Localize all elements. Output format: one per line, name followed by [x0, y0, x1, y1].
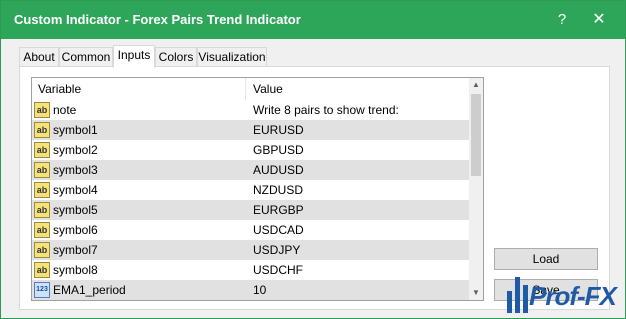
- variable-name: note: [53, 103, 77, 117]
- variable-name: symbol2: [53, 143, 98, 157]
- variable-value[interactable]: USDCHF: [253, 260, 303, 280]
- ab-string-icon: ab: [34, 202, 50, 218]
- scroll-thumb[interactable]: [471, 94, 481, 176]
- variable-value[interactable]: USDCAD: [253, 220, 304, 240]
- integer-icon: 123: [34, 282, 50, 298]
- variable-name: symbol6: [53, 223, 98, 237]
- table-row[interactable]: ab symbol5 EURGBP: [32, 200, 469, 220]
- ab-string-icon: ab: [34, 142, 50, 158]
- scroll-down-arrow-icon[interactable]: ▼: [469, 286, 483, 300]
- watermark-logo: Prof-FX: [501, 271, 623, 317]
- table-row[interactable]: ab symbol4 NZDUSD: [32, 180, 469, 200]
- ab-string-icon: ab: [34, 122, 50, 138]
- ab-string-icon: ab: [34, 222, 50, 238]
- variable-name: symbol5: [53, 203, 98, 217]
- load-button[interactable]: Load: [494, 248, 598, 270]
- grid-rows: ab note Write 8 pairs to show trend: ab symb…: [32, 100, 469, 300]
- table-row[interactable]: ab symbol8 USDCHF: [32, 260, 469, 280]
- variable-value[interactable]: NZDUSD: [253, 180, 303, 200]
- variable-value[interactable]: EURUSD: [253, 120, 304, 140]
- variable-value[interactable]: 10: [253, 280, 266, 300]
- tab-colors[interactable]: Colors: [155, 47, 197, 67]
- tab-visualization[interactable]: Visualization: [197, 47, 267, 67]
- variable-value[interactable]: USDJPY: [253, 240, 300, 260]
- table-row[interactable]: ab note Write 8 pairs to show trend:: [32, 100, 469, 120]
- variable-value[interactable]: Write 8 pairs to show trend:: [253, 100, 399, 120]
- table-row[interactable]: ab symbol7 USDJPY: [32, 240, 469, 260]
- table-row[interactable]: ab symbol3 AUDUSD: [32, 160, 469, 180]
- indicator-dialog: Custom Indicator - Forex Pairs Trend Ind…: [0, 0, 626, 319]
- variable-name: symbol7: [53, 243, 98, 257]
- tab-inputs[interactable]: Inputs: [113, 45, 155, 68]
- column-header-variable[interactable]: Variable: [32, 78, 246, 100]
- variable-value[interactable]: AUDUSD: [253, 160, 304, 180]
- tab-common[interactable]: Common: [59, 47, 113, 67]
- vertical-scrollbar[interactable]: ▲ ▼: [469, 78, 483, 300]
- tab-about[interactable]: About: [19, 47, 59, 67]
- help-icon[interactable]: ?: [547, 7, 577, 33]
- variable-name: symbol4: [53, 183, 98, 197]
- table-row[interactable]: ab symbol2 GBPUSD: [32, 140, 469, 160]
- variable-value[interactable]: GBPUSD: [253, 140, 304, 160]
- table-row[interactable]: ab symbol1 EURUSD: [32, 120, 469, 140]
- title-bar[interactable]: Custom Indicator - Forex Pairs Trend Ind…: [1, 1, 625, 39]
- grid-header: Variable Value: [32, 78, 483, 100]
- inputs-grid: Variable Value ab note Write 8 pairs to sh…: [31, 77, 484, 301]
- variable-name: symbol8: [53, 263, 98, 277]
- watermark-text: Prof-FX: [529, 281, 617, 311]
- ab-string-icon: ab: [34, 182, 50, 198]
- table-row[interactable]: ab symbol6 USDCAD: [32, 220, 469, 240]
- ab-string-icon: ab: [34, 162, 50, 178]
- table-row[interactable]: 123 EMA1_period 10: [32, 280, 469, 300]
- variable-value[interactable]: EURGBP: [253, 200, 304, 220]
- close-icon[interactable]: ✕: [584, 7, 614, 33]
- ab-string-icon: ab: [34, 102, 50, 118]
- variable-name: EMA1_period: [53, 283, 126, 297]
- variable-name: symbol3: [53, 163, 98, 177]
- ab-string-icon: ab: [34, 242, 50, 258]
- scroll-up-arrow-icon[interactable]: ▲: [469, 78, 483, 92]
- variable-name: symbol1: [53, 123, 98, 137]
- ab-string-icon: ab: [34, 262, 50, 278]
- column-header-value[interactable]: Value: [247, 78, 467, 100]
- window-title: Custom Indicator - Forex Pairs Trend Ind…: [14, 12, 301, 27]
